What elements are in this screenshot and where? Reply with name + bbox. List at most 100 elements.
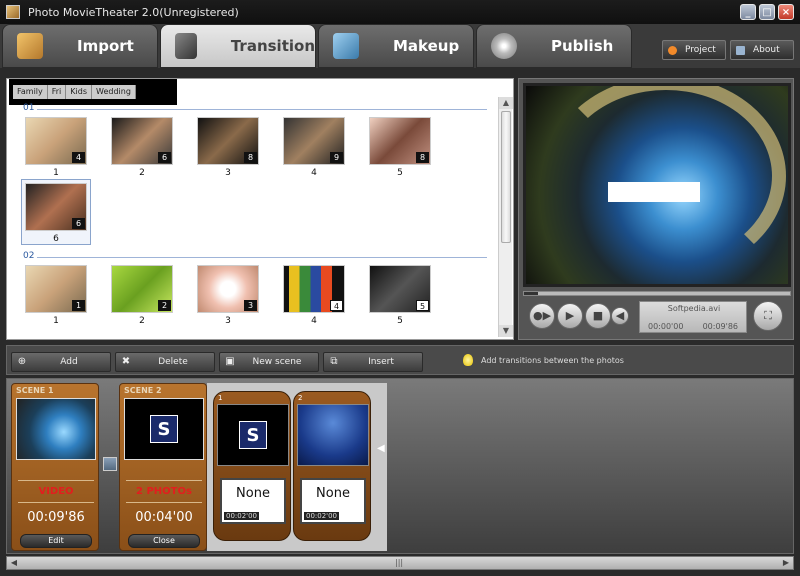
photo-count: 1 bbox=[72, 300, 85, 311]
play-all-button[interactable]: ●▶ bbox=[529, 303, 555, 329]
tab-publish[interactable]: Publish bbox=[476, 24, 632, 68]
photo-count: 4 bbox=[330, 300, 343, 311]
photo-number: 2 bbox=[298, 394, 303, 402]
main-tabstrip: Import Transition Makeup Publish Project… bbox=[0, 24, 800, 68]
transition-name: None bbox=[236, 486, 270, 501]
scene-card-2[interactable]: SCENE 2 S 2 PHOTOs 00:04'00 Close bbox=[119, 383, 207, 551]
collapse-arrow-icon[interactable]: ◀ bbox=[377, 443, 385, 454]
transition-thumb[interactable]: 1 bbox=[25, 265, 87, 313]
play-icon[interactable]: ▶ bbox=[557, 303, 583, 329]
fullscreen-icon[interactable]: ⛶ bbox=[753, 301, 783, 331]
thumb-number: 4 bbox=[311, 316, 317, 326]
thumb-number: 1 bbox=[53, 168, 59, 178]
close-scene-button[interactable]: Close bbox=[128, 534, 200, 548]
photo-count: 8 bbox=[244, 152, 257, 163]
insert-button[interactable]: ⧉ Insert bbox=[323, 352, 423, 372]
photo-card[interactable]: 1 S None 00:02'00 bbox=[213, 391, 291, 541]
scroll-left-icon[interactable]: ◀ bbox=[7, 557, 21, 569]
playback-display: Softpedia.avi 00:00'00 00:09'86 bbox=[639, 301, 747, 333]
insert-icon: ⧉ bbox=[330, 356, 338, 367]
photo-thumbnail bbox=[297, 404, 369, 466]
scene-thumbnail: S bbox=[124, 398, 204, 460]
new-scene-button[interactable]: ▣ New scene bbox=[219, 352, 319, 372]
preview-filename: Softpedia.avi bbox=[667, 304, 721, 313]
transition-slot[interactable]: None 00:02'00 bbox=[300, 478, 366, 524]
project-label: Project bbox=[685, 45, 716, 55]
publish-icon bbox=[491, 33, 517, 59]
thumb-number: 3 bbox=[225, 168, 231, 178]
category-tab-family[interactable]: Family bbox=[13, 85, 48, 99]
thumb-number: 5 bbox=[397, 168, 403, 178]
preview-panel: ●▶ ▶ ■ ◀ Softpedia.avi 00:00'00 00:09'86… bbox=[518, 78, 794, 340]
tab-import-label: Import bbox=[77, 37, 134, 55]
about-icon bbox=[736, 45, 745, 55]
photo-number: 1 bbox=[218, 394, 223, 402]
preview-white-block bbox=[608, 182, 700, 202]
transition-thumb[interactable]: 4 bbox=[283, 265, 345, 313]
stop-icon[interactable]: ■ bbox=[585, 303, 611, 329]
timeline-scrollbar[interactable]: ◀ ||| ▶ bbox=[6, 556, 794, 570]
tab-transition-label: Transition bbox=[230, 37, 315, 55]
thumb-scrollbar[interactable]: ▲ ▼ bbox=[498, 97, 513, 337]
close-button[interactable]: × bbox=[778, 4, 794, 20]
thumb-number: 2 bbox=[139, 168, 145, 178]
category-tab-row: Family Fri Kids Wedding bbox=[13, 85, 136, 99]
scrollbar-grip[interactable]: ||| bbox=[395, 558, 403, 567]
thumb-number: 5 bbox=[397, 316, 403, 326]
tab-import[interactable]: Import bbox=[2, 24, 158, 68]
total-time: 00:09'86 bbox=[702, 322, 738, 331]
thumb-number: 1 bbox=[53, 316, 59, 326]
hint-text: Add transitions between the photos bbox=[463, 354, 624, 366]
scroll-down-icon[interactable]: ▼ bbox=[499, 325, 513, 337]
transition-thumb[interactable]: 3 bbox=[197, 265, 259, 313]
transition-thumb[interactable]: 8 bbox=[369, 117, 431, 165]
scene-type: 2 PHOTOs bbox=[136, 486, 192, 497]
scene-card-1[interactable]: SCENE 1 VIDEO 00:09'86 Edit bbox=[11, 383, 99, 551]
category-tab-kids[interactable]: Kids bbox=[66, 85, 92, 99]
group-label: 02 bbox=[23, 251, 35, 261]
transition-icon bbox=[175, 33, 197, 59]
tab-transition[interactable]: Transition bbox=[160, 24, 316, 68]
transition-slot[interactable]: None 00:02'00 bbox=[220, 478, 286, 524]
transition-thumb[interactable]: 2 bbox=[111, 265, 173, 313]
transition-thumb[interactable]: 4 bbox=[25, 117, 87, 165]
seek-progress bbox=[524, 292, 538, 295]
about-button[interactable]: About bbox=[730, 40, 794, 60]
thumb-number: 6 bbox=[53, 234, 59, 244]
scroll-up-icon[interactable]: ▲ bbox=[499, 97, 513, 109]
transition-thumb[interactable]: 9 bbox=[283, 117, 345, 165]
scrollbar-thumb[interactable] bbox=[501, 111, 511, 243]
minimize-button[interactable]: _ bbox=[740, 4, 756, 20]
tab-makeup[interactable]: Makeup bbox=[318, 24, 474, 68]
group-divider bbox=[37, 257, 487, 258]
delete-button[interactable]: ✖ Delete bbox=[115, 352, 215, 372]
scene-photo-area: 1 S None 00:02'00 2 None 00:02'00 ◀ bbox=[207, 383, 387, 551]
add-button[interactable]: ⊕ Add bbox=[11, 352, 111, 372]
link-icon[interactable] bbox=[103, 457, 117, 471]
transition-thumb[interactable]: 6 bbox=[111, 117, 173, 165]
transition-name: None bbox=[316, 486, 350, 501]
scene-label: SCENE 2 bbox=[124, 386, 162, 395]
project-button[interactable]: Project bbox=[662, 40, 726, 60]
group-label: 01 bbox=[23, 103, 35, 113]
scroll-right-icon[interactable]: ▶ bbox=[779, 557, 793, 569]
maximize-button[interactable]: □ bbox=[759, 4, 775, 20]
window-title: Photo MovieTheater 2.0(Unregistered) bbox=[28, 5, 239, 19]
photo-count: 9 bbox=[330, 152, 343, 163]
transition-thumb[interactable]: 5 bbox=[369, 265, 431, 313]
transition-thumb[interactable]: 6 bbox=[25, 183, 87, 231]
category-tab-fri[interactable]: Fri bbox=[48, 85, 67, 99]
seek-bar[interactable] bbox=[523, 291, 791, 296]
photo-card[interactable]: 2 None 00:02'00 bbox=[293, 391, 371, 541]
app-icon bbox=[6, 5, 20, 19]
hint-label: Add transitions between the photos bbox=[481, 355, 624, 365]
title-bar: Photo MovieTheater 2.0(Unregistered) _ □… bbox=[0, 0, 800, 24]
category-tab-wedding[interactable]: Wedding bbox=[92, 85, 136, 99]
photo-count: 8 bbox=[416, 152, 429, 163]
edit-scene-button[interactable]: Edit bbox=[20, 534, 92, 548]
volume-icon[interactable]: ◀ bbox=[611, 307, 629, 325]
thumb-number: 3 bbox=[225, 316, 231, 326]
photo-count: 5 bbox=[416, 300, 429, 311]
scene-type: VIDEO bbox=[38, 486, 74, 497]
transition-thumb[interactable]: 8 bbox=[197, 117, 259, 165]
